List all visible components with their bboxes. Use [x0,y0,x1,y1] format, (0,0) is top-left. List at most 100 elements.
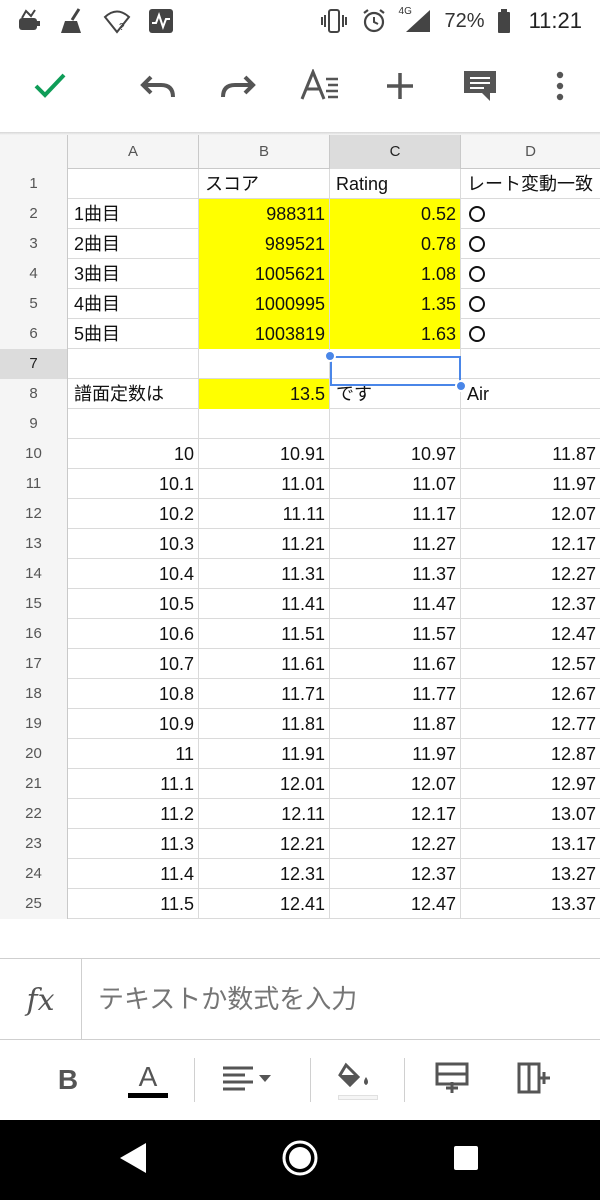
cell-a25[interactable]: 11.5 [68,889,199,919]
cell-c10[interactable]: 10.97 [330,439,461,469]
cell-b14[interactable]: 11.31 [199,559,330,589]
undo-button[interactable] [130,60,186,116]
cell-c18[interactable]: 11.77 [330,679,461,709]
row-header[interactable]: 21 [0,769,68,799]
row-header[interactable]: 2 [0,199,68,229]
cell-d12[interactable]: 12.07 [461,499,600,529]
cell-a9[interactable] [68,409,199,439]
cell-b4[interactable]: 1005621 [199,259,330,289]
cell-b2[interactable]: 988311 [199,199,330,229]
cell-b12[interactable]: 11.11 [199,499,330,529]
cell-c7[interactable] [330,349,461,379]
cell-a14[interactable]: 10.4 [68,559,199,589]
cell-a5[interactable]: 4曲目 [68,289,199,319]
text-color-button[interactable]: A [120,1052,176,1108]
cell-d11[interactable]: 11.97 [461,469,600,499]
cell-c17[interactable]: 11.67 [330,649,461,679]
cell-d9[interactable] [461,409,600,439]
cell-a17[interactable]: 10.7 [68,649,199,679]
cell-c25[interactable]: 12.47 [330,889,461,919]
cell-c19[interactable]: 11.87 [330,709,461,739]
cell-a6[interactable]: 5曲目 [68,319,199,349]
cell-b11[interactable]: 11.01 [199,469,330,499]
cell-b24[interactable]: 12.31 [199,859,330,889]
cell-d19[interactable]: 12.77 [461,709,600,739]
cell-c3[interactable]: 0.78 [330,229,461,259]
cell-a8[interactable]: 譜面定数は [68,379,199,409]
cell-b15[interactable]: 11.41 [199,589,330,619]
cell-d1[interactable]: レート変動一致 [461,169,600,199]
cell-c8[interactable]: です [330,379,461,409]
cell-a18[interactable]: 10.8 [68,679,199,709]
home-button[interactable] [270,1130,330,1190]
cell-b8[interactable]: 13.5 [199,379,330,409]
cell-d15[interactable]: 12.37 [461,589,600,619]
cell-c12[interactable]: 11.17 [330,499,461,529]
row-header[interactable]: 24 [0,859,68,889]
insert-row-button[interactable] [424,1052,480,1108]
row-header[interactable]: 19 [0,709,68,739]
cell-c24[interactable]: 12.37 [330,859,461,889]
cell-a16[interactable]: 10.6 [68,619,199,649]
cell-d8[interactable]: Air [461,379,600,409]
cell-d7[interactable] [461,349,600,379]
done-button[interactable] [22,60,78,116]
cell-d5[interactable]: ○ [461,289,600,319]
cell-c4[interactable]: 1.08 [330,259,461,289]
cell-c22[interactable]: 12.17 [330,799,461,829]
row-header[interactable]: 13 [0,529,68,559]
cell-d3[interactable]: ○ [461,229,600,259]
cell-b13[interactable]: 11.21 [199,529,330,559]
cell-b7[interactable] [199,349,330,379]
cell-c14[interactable]: 11.37 [330,559,461,589]
cell-c9[interactable] [330,409,461,439]
back-button[interactable] [104,1130,164,1190]
column-header-c[interactable]: C [330,135,461,169]
cell-b25[interactable]: 12.41 [199,889,330,919]
cell-d25[interactable]: 13.37 [461,889,600,919]
column-header-a[interactable]: A [68,135,199,169]
row-header[interactable]: 17 [0,649,68,679]
cell-b19[interactable]: 11.81 [199,709,330,739]
cell-a1[interactable] [68,169,199,199]
formula-input[interactable] [98,959,578,1041]
align-button[interactable] [222,1052,278,1108]
cell-c11[interactable]: 11.07 [330,469,461,499]
cell-c16[interactable]: 11.57 [330,619,461,649]
cell-b21[interactable]: 12.01 [199,769,330,799]
cell-a7[interactable] [68,349,199,379]
row-header[interactable]: 20 [0,739,68,769]
cell-b5[interactable]: 1000995 [199,289,330,319]
cell-b22[interactable]: 12.11 [199,799,330,829]
cell-d21[interactable]: 12.97 [461,769,600,799]
column-header-d[interactable]: D [461,135,600,169]
cell-d14[interactable]: 12.27 [461,559,600,589]
row-header[interactable]: 4 [0,259,68,289]
cell-d13[interactable]: 12.17 [461,529,600,559]
bold-button[interactable]: B [40,1052,96,1108]
cell-d2[interactable]: ○ [461,199,600,229]
row-header[interactable]: 8 [0,379,68,409]
column-header-b[interactable]: B [199,135,330,169]
insert-button[interactable] [372,60,428,116]
cell-c15[interactable]: 11.47 [330,589,461,619]
cell-c21[interactable]: 12.07 [330,769,461,799]
row-header[interactable]: 18 [0,679,68,709]
cell-a10[interactable]: 10 [68,439,199,469]
text-format-button[interactable] [292,60,348,116]
row-header[interactable]: 15 [0,589,68,619]
cell-a11[interactable]: 10.1 [68,469,199,499]
row-header[interactable]: 12 [0,499,68,529]
fill-color-button[interactable] [330,1052,386,1108]
cell-c2[interactable]: 0.52 [330,199,461,229]
cell-d4[interactable]: ○ [461,259,600,289]
cell-c6[interactable]: 1.63 [330,319,461,349]
spreadsheet-grid[interactable]: A B C D 1 スコアRatingレート変動一致 21曲目9883110.52 ○… [0,135,600,955]
cell-b9[interactable] [199,409,330,439]
cell-d22[interactable]: 13.07 [461,799,600,829]
cell-b18[interactable]: 11.71 [199,679,330,709]
cell-d17[interactable]: 12.57 [461,649,600,679]
cell-a12[interactable]: 10.2 [68,499,199,529]
cell-c13[interactable]: 11.27 [330,529,461,559]
cell-b20[interactable]: 11.91 [199,739,330,769]
